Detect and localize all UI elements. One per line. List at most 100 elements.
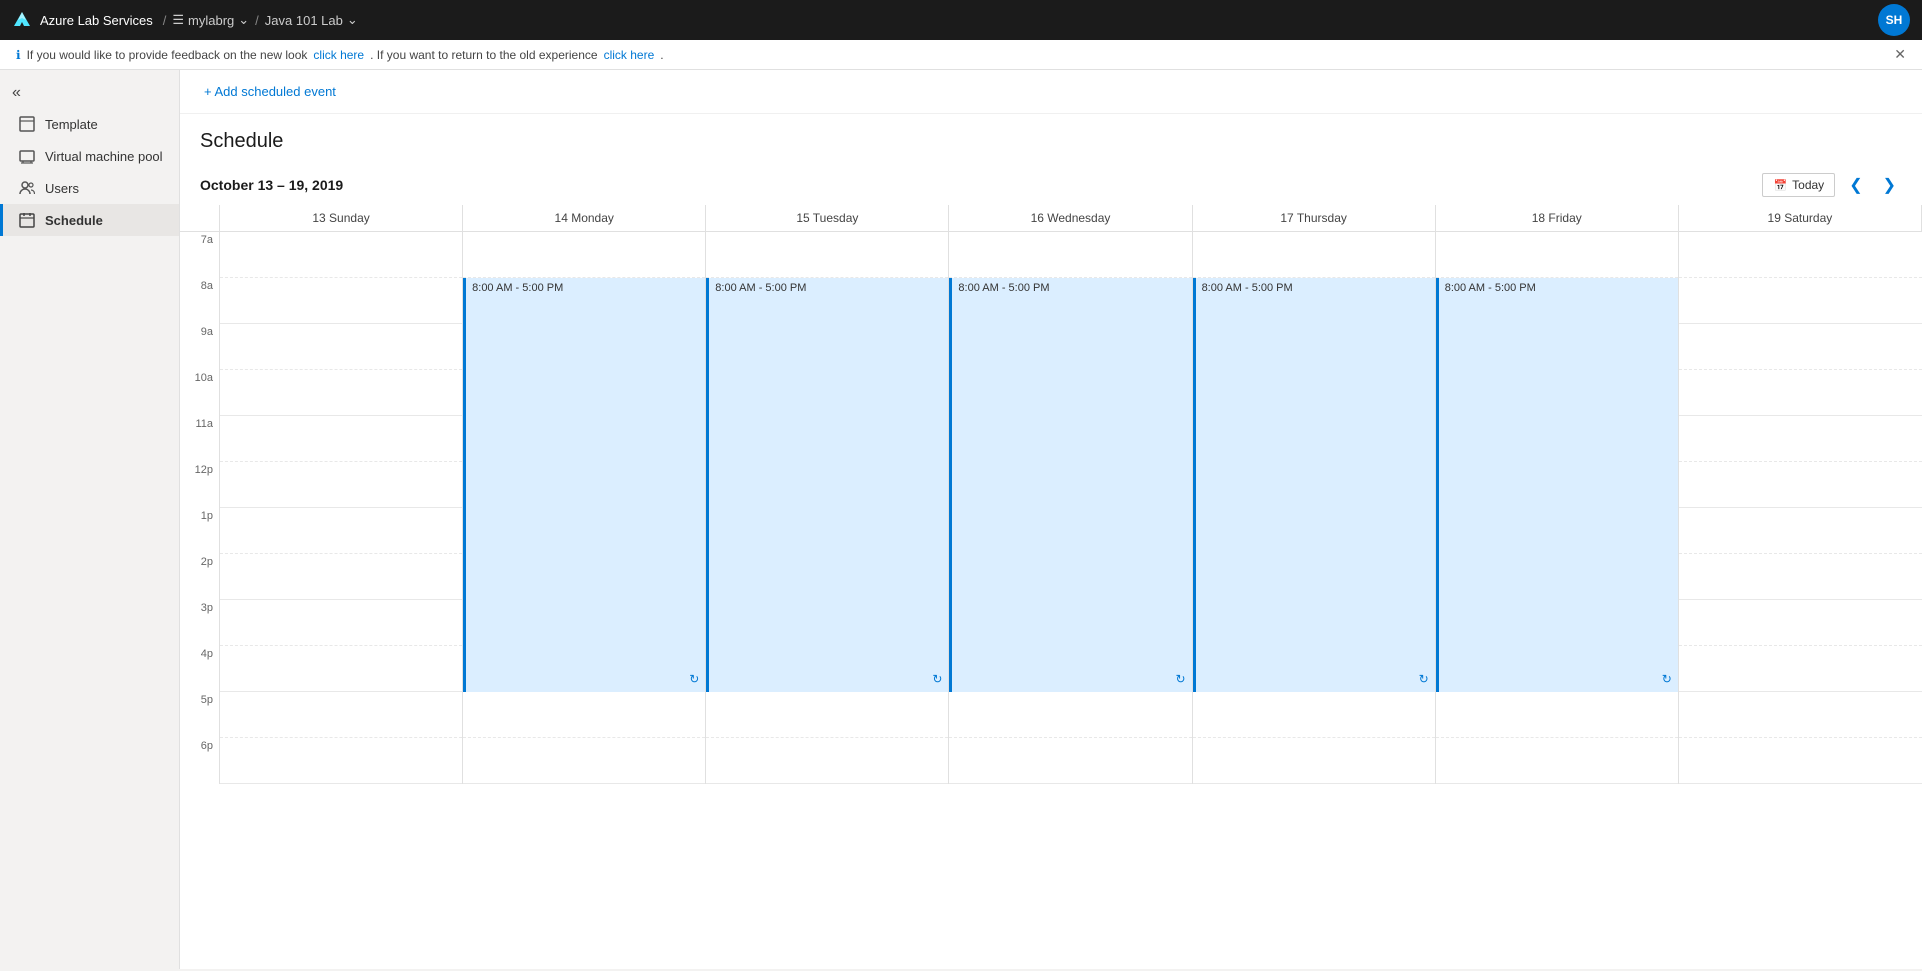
slot <box>1679 554 1922 600</box>
sidebar-item-vm-pool[interactable]: Virtual machine pool <box>0 140 179 172</box>
day-header-sun: 13 Sunday <box>220 205 463 231</box>
slot <box>220 554 462 600</box>
event-wed[interactable]: 8:00 AM - 5:00 PM ↻ <box>949 278 1191 692</box>
sidebar-label-vm-pool: Virtual machine pool <box>45 149 163 164</box>
slot <box>220 370 462 416</box>
feedback-text-middle: . If you want to return to the old exper… <box>370 48 597 62</box>
recurrence-icon-tue: ↻ <box>932 672 942 686</box>
azure-logo <box>12 10 32 30</box>
slot <box>220 738 462 784</box>
time-8a: 8a <box>180 278 220 324</box>
sidebar-item-template[interactable]: Template <box>0 108 179 140</box>
event-thu[interactable]: 8:00 AM - 5:00 PM ↻ <box>1193 278 1435 692</box>
breadcrumb-org[interactable]: ☰ mylabrg ⌄ <box>172 12 249 28</box>
slot <box>1679 738 1922 784</box>
calendar-col-tue[interactable]: 8:00 AM - 5:00 PM ↻ <box>706 232 949 784</box>
slot <box>949 232 1191 278</box>
today-button[interactable]: 📅 Today <box>1762 173 1835 197</box>
day-header-thu: 17 Thursday <box>1193 205 1436 231</box>
recurrence-icon-fri: ↻ <box>1662 672 1672 686</box>
sidebar-item-users[interactable]: Users <box>0 172 179 204</box>
slot <box>1436 692 1678 738</box>
sidebar: « Template Virtual machine pool Users Sc… <box>0 70 180 969</box>
time-col-spacer <box>180 205 220 231</box>
calendar-col-mon[interactable]: 8:00 AM - 5:00 PM ↻ <box>463 232 706 784</box>
time-5p: 5p <box>180 692 220 738</box>
sidebar-label-schedule: Schedule <box>45 213 103 228</box>
event-tue-label: 8:00 AM - 5:00 PM <box>715 282 806 294</box>
slot <box>220 646 462 692</box>
event-tue[interactable]: 8:00 AM - 5:00 PM ↻ <box>706 278 948 692</box>
prev-week-button[interactable]: ❮ <box>1843 173 1868 197</box>
calendar-container[interactable]: 13 Sunday 14 Monday 15 Tuesday 16 Wednes… <box>180 205 1922 969</box>
time-labels-col: 7a 8a 9a 10a 11a 12p 1p 2p 3p 4p 5p 6p <box>180 232 220 784</box>
sidebar-label-users: Users <box>45 181 79 196</box>
time-9a: 9a <box>180 324 220 370</box>
slot <box>1679 278 1922 324</box>
breadcrumb: / ☰ mylabrg ⌄ / Java 101 Lab ⌄ <box>163 12 358 28</box>
event-fri-label: 8:00 AM - 5:00 PM <box>1445 282 1536 294</box>
vm-icon <box>19 148 35 164</box>
toolbar: + Add scheduled event <box>180 70 1922 114</box>
slot <box>1679 692 1922 738</box>
day-header-wed: 16 Wednesday <box>949 205 1192 231</box>
slot <box>220 278 462 324</box>
slot <box>463 738 705 784</box>
slot <box>1679 646 1922 692</box>
calendar-icon: 📅 <box>1773 179 1787 192</box>
event-wed-label: 8:00 AM - 5:00 PM <box>958 282 1049 294</box>
template-icon <box>19 116 35 132</box>
slot <box>220 232 462 278</box>
feedback-link-2[interactable]: click here <box>604 48 655 62</box>
time-grid: 7a 8a 9a 10a 11a 12p 1p 2p 3p 4p 5p 6p <box>180 232 1922 784</box>
slot <box>1679 508 1922 554</box>
next-week-button[interactable]: ❯ <box>1877 173 1902 197</box>
recurrence-icon-mon: ↻ <box>689 672 699 686</box>
slot <box>1679 462 1922 508</box>
calendar-col-sun[interactable] <box>220 232 463 784</box>
week-label: October 13 – 19, 2019 <box>200 177 1762 193</box>
calendar-col-sat[interactable] <box>1679 232 1922 784</box>
sidebar-label-template: Template <box>45 117 98 132</box>
calendar-col-thu[interactable]: 8:00 AM - 5:00 PM ↻ <box>1193 232 1436 784</box>
main-content: + Add scheduled event Schedule October 1… <box>180 70 1922 969</box>
week-navigation: October 13 – 19, 2019 📅 Today ❮ ❯ <box>180 173 1922 205</box>
slot <box>706 738 948 784</box>
add-event-button[interactable]: + Add scheduled event <box>196 80 344 103</box>
event-fri[interactable]: 8:00 AM - 5:00 PM ↻ <box>1436 278 1678 692</box>
brand: Azure Lab Services <box>12 10 153 30</box>
info-icon: ℹ <box>16 48 21 62</box>
slot <box>706 692 948 738</box>
slot <box>220 508 462 554</box>
time-2p: 2p <box>180 554 220 600</box>
sidebar-collapse-button[interactable]: « <box>0 78 179 108</box>
main-layout: « Template Virtual machine pool Users Sc… <box>0 70 1922 969</box>
day-header-fri: 18 Friday <box>1436 205 1679 231</box>
slot <box>1193 692 1435 738</box>
sidebar-item-schedule[interactable]: Schedule <box>0 204 179 236</box>
feedback-close-button[interactable]: ✕ <box>1894 46 1906 63</box>
top-navigation: Azure Lab Services / ☰ mylabrg ⌄ / Java … <box>0 0 1922 40</box>
slot <box>1679 416 1922 462</box>
brand-name: Azure Lab Services <box>40 13 153 28</box>
time-3p: 3p <box>180 600 220 646</box>
breadcrumb-lab[interactable]: Java 101 Lab ⌄ <box>265 12 358 28</box>
org-icon: ☰ <box>172 12 184 28</box>
calendar-col-fri[interactable]: 8:00 AM - 5:00 PM ↻ <box>1436 232 1679 784</box>
feedback-link-1[interactable]: click here <box>313 48 364 62</box>
schedule-header: Schedule <box>180 114 1922 173</box>
event-mon[interactable]: 8:00 AM - 5:00 PM ↻ <box>463 278 705 692</box>
feedback-text-before: If you would like to provide feedback on… <box>27 48 308 62</box>
calendar-col-wed[interactable]: 8:00 AM - 5:00 PM ↻ <box>949 232 1192 784</box>
day-header-sat: 19 Saturday <box>1679 205 1922 231</box>
day-headers: 13 Sunday 14 Monday 15 Tuesday 16 Wednes… <box>180 205 1922 232</box>
slot <box>949 738 1191 784</box>
event-thu-label: 8:00 AM - 5:00 PM <box>1202 282 1293 294</box>
slot <box>220 462 462 508</box>
user-avatar[interactable]: SH <box>1878 4 1910 36</box>
feedback-bar: ℹ If you would like to provide feedback … <box>0 40 1922 70</box>
slot <box>949 692 1191 738</box>
slot <box>706 232 948 278</box>
feedback-text-after: . <box>660 48 663 62</box>
users-icon <box>19 180 35 196</box>
